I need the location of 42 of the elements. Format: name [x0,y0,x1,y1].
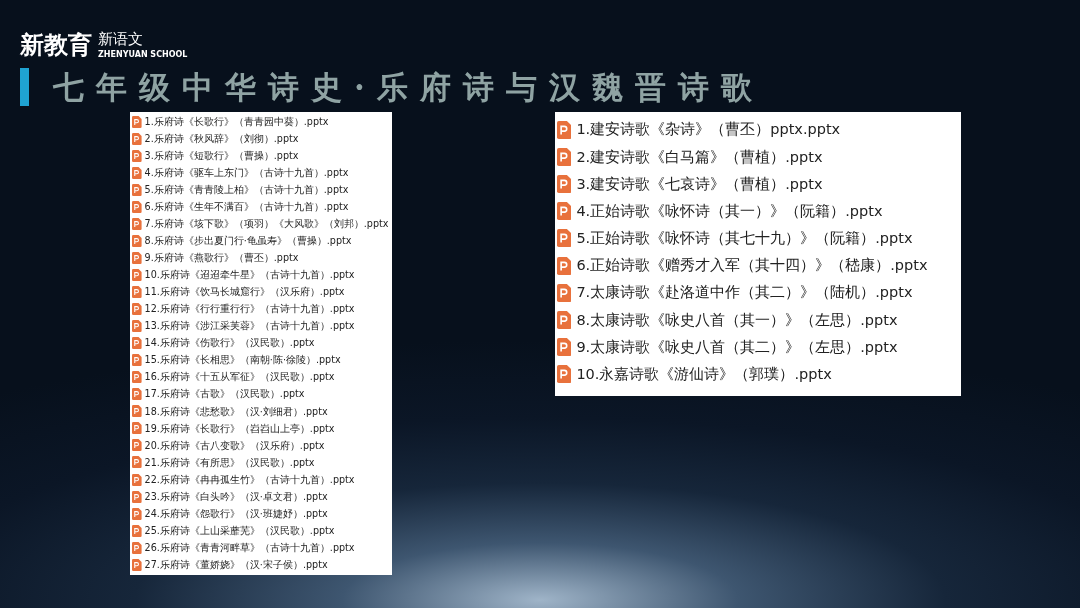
file-name[interactable]: 8.太康诗歌《咏史八首（其一）》（左思）.pptx [576,312,898,328]
file-name[interactable]: 9.乐府诗《燕歌行》（曹丕）.pptx [144,253,299,263]
file-name[interactable]: 8.乐府诗《步出夏门行·龟虽寿》（曹操）.pptx [144,236,352,246]
file-name[interactable]: 5.正始诗歌《咏怀诗（其七十九）》（阮籍）.pptx [576,231,913,246]
file-name[interactable]: 1.乐府诗《长歌行》（青青园中葵）.pptx [144,116,329,127]
file-name[interactable]: 6.乐府诗《生年不满百》（古诗十九首）.pptx [144,201,349,212]
file-name[interactable]: 7.太康诗歌《赴洛道中作（其二）》（陆机）.pptx [576,285,913,300]
slide-title: 七年级中华诗史·乐府诗与汉魏晋诗歌 [53,71,764,103]
logo-subtitle: ZHENYUAN SCHOOL [98,51,188,60]
logo-name: 新语文 [98,32,144,48]
file-name[interactable]: 19.乐府诗《长歌行》（岧岧山上亭）.pptx [144,423,335,434]
file-name[interactable]: 24.乐府诗《怨歌行》（汉·班婕妤）.pptx [144,508,328,519]
file-name[interactable]: 4.正始诗歌《咏怀诗（其一）》（阮籍）.pptx [576,203,883,219]
file-name[interactable]: 3.建安诗歌《七哀诗》（曹植）.pptx [576,176,823,192]
file-name[interactable]: 25.乐府诗《上山采蘼芜》（汉民歌）.pptx [144,525,335,536]
logo-mark: 新教育 [20,30,93,60]
file-name[interactable]: 1.建安诗歌《杂诗》（曹丕）pptx.pptx [576,122,841,137]
file-name[interactable]: 14.乐府诗《伤歌行》（汉民歌）.pptx [144,338,315,348]
file-name[interactable]: 2.乐府诗《秋风辞》（刘彻）.pptx [144,133,299,144]
file-name[interactable]: 5.乐府诗《青青陵上柏》（古诗十九首）.pptx [144,184,349,195]
file-name[interactable]: 4.乐府诗《驱车上东门》（古诗十九首）.pptx [144,167,349,178]
file-name[interactable]: 23.乐府诗《白头吟》（汉·卓文君）.pptx [144,491,328,502]
file-name[interactable]: 2.建安诗歌《白马篇》（曹植）.pptx [576,149,823,165]
file-name[interactable]: 7.乐府诗《垓下歌》（项羽）《大风歌》（刘邦）.pptx [144,219,389,229]
file-name[interactable]: 21.乐府诗《有所思》（汉民歌）.pptx [144,457,315,468]
file-name[interactable]: 3.乐府诗《短歌行》（曹操）.pptx [144,150,299,161]
file-name[interactable]: 10.乐府诗《迢迢牵牛星》（古诗十九首）.pptx [144,270,355,280]
file-name[interactable]: 9.太康诗歌《咏史八首（其二）》（左思）.pptx [576,339,898,355]
file-name[interactable]: 13.乐府诗《涉江采芙蓉》（古诗十九首）.pptx [144,321,355,331]
file-name[interactable]: 11.乐府诗《饮马长城窟行》（汉乐府）.pptx [144,287,345,297]
file-name[interactable]: 10.永嘉诗歌《游仙诗》（郭璞）.pptx [576,367,832,382]
file-name[interactable]: 17.乐府诗《古歌》（汉民歌）.pptx [144,389,305,400]
file-name[interactable]: 6.正始诗歌《赠秀才入军（其十四）》（嵇康）.pptx [576,258,928,273]
file-name[interactable]: 16.乐府诗《十五从军征》（汉民歌）.pptx [144,372,335,382]
file-name[interactable]: 20.乐府诗《古八变歌》（汉乐府）.pptx [144,440,325,451]
file-name[interactable]: 27.乐府诗《董娇娆》（汉·宋子侯）.pptx [144,559,328,570]
file-name[interactable]: 12.乐府诗《行行重行行》（古诗十九首）.pptx [144,304,355,314]
file-name[interactable]: 18.乐府诗《悲愁歌》（汉·刘细君）.pptx [144,406,328,417]
file-name[interactable]: 26.乐府诗《青青河畔草》（古诗十九首）.pptx [144,542,355,553]
title-accent-bar [20,68,29,106]
file-name[interactable]: 15.乐府诗《长相思》（南朝·陈·徐陵）.pptx [144,355,341,365]
file-name[interactable]: 22.乐府诗《冉冉孤生竹》（古诗十九首）.pptx [144,474,355,485]
